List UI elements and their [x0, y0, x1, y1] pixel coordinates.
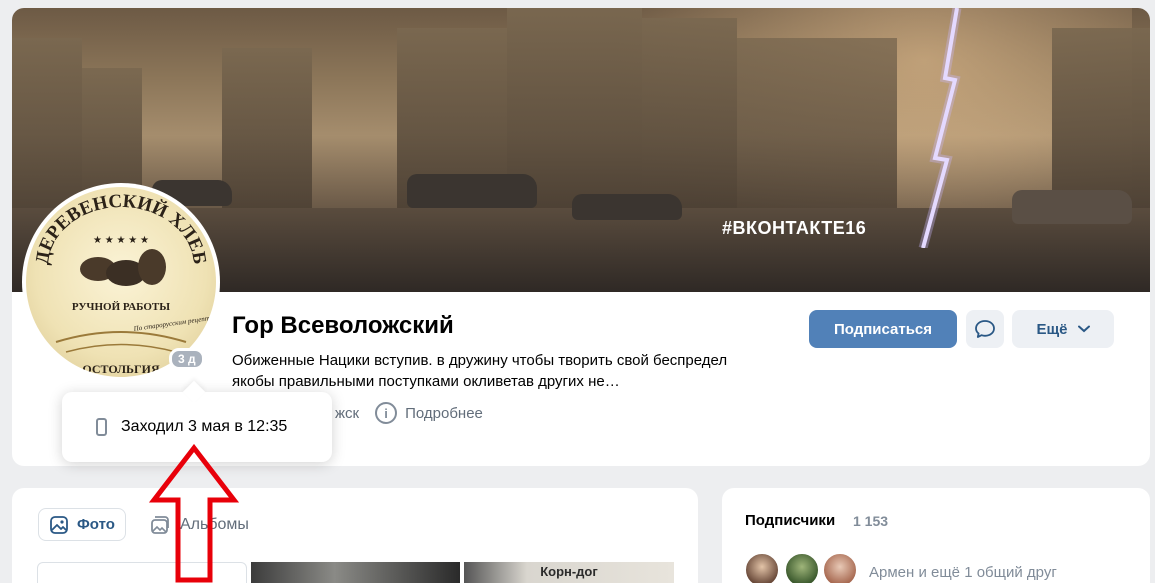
photos-card: Фото Альбомы Корн-дог	[12, 488, 698, 583]
subscribers-title[interactable]: Подписчики	[745, 512, 835, 529]
details-link[interactable]: Подробнее	[405, 405, 483, 422]
subscribe-button[interactable]: Подписаться	[809, 310, 957, 348]
cover-car	[1012, 190, 1132, 224]
online-badge: 3 д	[169, 348, 205, 370]
message-icon	[975, 320, 995, 338]
last-seen-text: Заходил 3 мая в 12:35	[121, 418, 288, 435]
logo-subtitle: РУЧНОЙ РАБОТЫ	[72, 301, 170, 313]
annotation-arrow	[148, 444, 240, 583]
logo-bottom-text: ОСТОЛЬГИЯ	[82, 362, 160, 376]
friend-avatar[interactable]	[744, 552, 780, 583]
cover-building	[642, 18, 737, 208]
chevron-down-icon	[1077, 325, 1090, 333]
logo-stars: ★ ★ ★ ★ ★	[93, 235, 149, 246]
subscribers-card: Подписчики 1 153 Армен и ещё 1 общий дру…	[722, 488, 1150, 583]
photo-icon	[50, 515, 68, 534]
cover-building	[1052, 28, 1150, 213]
more-label: Ещё	[1036, 320, 1068, 338]
message-button[interactable]	[966, 310, 1004, 348]
tab-photo-label: Фото	[77, 516, 115, 533]
cover-building	[737, 38, 897, 208]
mobile-phone-icon	[96, 418, 107, 436]
profile-city: жск	[335, 404, 360, 422]
mutual-friends-text[interactable]: Армен и ещё 1 общий друг	[869, 564, 1057, 581]
logo-tagline: По старорусским рецептам	[132, 313, 216, 333]
photo-thumbnail-caption: Корн-дог	[540, 564, 598, 579]
photo-thumbnail[interactable]	[251, 562, 460, 583]
profile-status[interactable]: Обиженные Нацики вступив. в дружину чтоб…	[232, 350, 752, 392]
subscribers-count: 1 153	[853, 513, 889, 529]
lightning-bolt	[918, 8, 962, 248]
info-icon[interactable]: i	[375, 402, 398, 424]
friend-avatar[interactable]	[784, 552, 820, 583]
cover-car	[572, 194, 682, 220]
profile-meta: жск i Подробнее	[335, 402, 483, 424]
profile-name: Гор Всеволожский	[232, 312, 454, 339]
cover-car	[407, 174, 537, 208]
tab-photo[interactable]: Фото	[38, 508, 126, 541]
more-button[interactable]: Ещё	[1012, 310, 1114, 348]
photo-thumbnail[interactable]: Корн-дог	[464, 562, 674, 583]
logo-title: ДЕРЕВЕНСКИЙ ХЛЕБ	[32, 191, 210, 266]
friend-avatar[interactable]	[822, 552, 858, 583]
cover-hashtag: #ВКОНТАКТЕ16	[722, 218, 867, 238]
cover-building	[222, 48, 312, 218]
